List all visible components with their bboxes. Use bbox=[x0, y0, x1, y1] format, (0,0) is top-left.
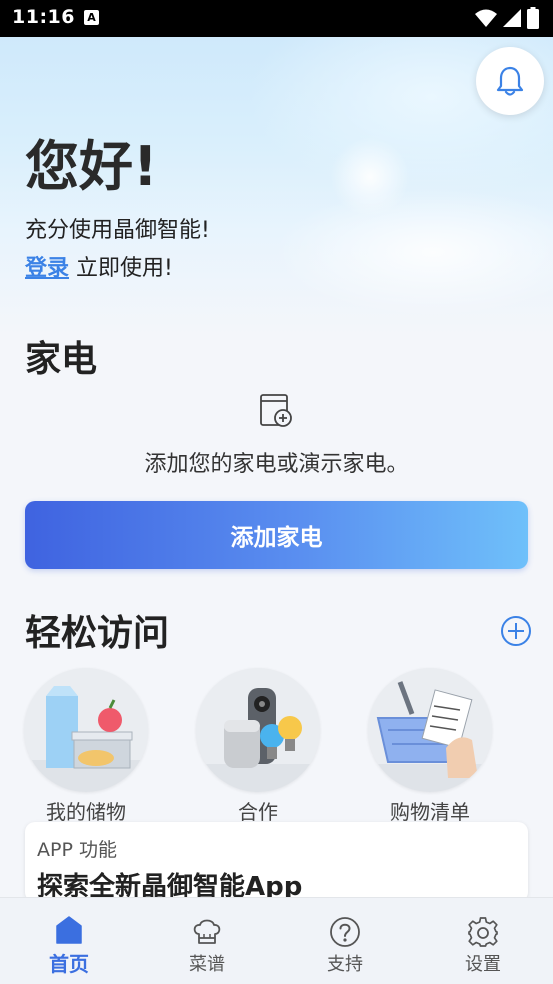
status-icons bbox=[475, 7, 539, 29]
quick-item-label: 购物清单 bbox=[390, 800, 470, 824]
gear-icon bbox=[468, 917, 498, 947]
notification-icon: A bbox=[84, 10, 99, 25]
appliances-section-title: 家电 bbox=[25, 339, 98, 380]
nav-item-recipes[interactable]: 菜谱 bbox=[157, 898, 257, 984]
login-link[interactable]: 登录 bbox=[25, 256, 69, 281]
home-icon bbox=[56, 916, 82, 944]
bottom-nav: 首页 菜谱 支持 设置 bbox=[0, 897, 553, 984]
add-appliance-button[interactable]: 添加家电 bbox=[25, 501, 528, 569]
food-storage-icon bbox=[24, 668, 148, 792]
cloud-decoration bbox=[273, 187, 553, 317]
nav-item-home[interactable]: 首页 bbox=[19, 898, 119, 984]
quick-item-cooperation[interactable]: 合作 bbox=[196, 668, 320, 825]
shopping-basket-icon bbox=[368, 668, 492, 792]
add-quick-access-button[interactable] bbox=[500, 615, 532, 651]
nav-label-recipes: 菜谱 bbox=[189, 954, 225, 975]
greeting-subtitle: 充分使用晶御智能! bbox=[25, 218, 210, 243]
signal-icon bbox=[503, 9, 521, 27]
feature-tag: APP 功能 bbox=[37, 839, 117, 861]
status-time: 11:16 bbox=[12, 6, 75, 28]
nav-label-support: 支持 bbox=[327, 954, 363, 975]
login-prompt-suffix: 立即使用! bbox=[69, 256, 173, 281]
app-feature-card[interactable]: APP 功能 探索全新晶御智能App bbox=[25, 822, 528, 902]
quick-item-label: 合作 bbox=[238, 800, 278, 824]
plus-circle-icon bbox=[501, 616, 531, 646]
add-appliance-icon bbox=[258, 392, 296, 434]
greeting-title: 您好! bbox=[25, 135, 158, 198]
notification-bell-button[interactable] bbox=[476, 47, 544, 115]
nav-item-settings[interactable]: 设置 bbox=[433, 898, 533, 984]
wifi-icon bbox=[475, 9, 497, 27]
help-icon bbox=[330, 917, 360, 947]
nav-label-settings: 设置 bbox=[465, 954, 501, 975]
smart-devices-icon bbox=[196, 668, 320, 792]
bell-icon bbox=[496, 66, 524, 96]
quick-item-storage[interactable]: 我的储物 bbox=[24, 668, 148, 825]
battery-icon bbox=[527, 7, 539, 29]
appliances-empty-text: 添加您的家电或演示家电。 bbox=[144, 452, 409, 477]
quick-item-label: 我的储物 bbox=[46, 800, 126, 824]
status-bar: 11:16 A bbox=[0, 0, 553, 37]
quick-item-shopping-list[interactable]: 购物清单 bbox=[368, 668, 492, 825]
nav-item-support[interactable]: 支持 bbox=[295, 898, 395, 984]
nav-label-home: 首页 bbox=[49, 952, 89, 976]
quick-access-title: 轻松访问 bbox=[25, 613, 170, 654]
login-prompt: 登录 立即使用! bbox=[25, 250, 173, 282]
chef-hat-icon bbox=[193, 919, 221, 944]
